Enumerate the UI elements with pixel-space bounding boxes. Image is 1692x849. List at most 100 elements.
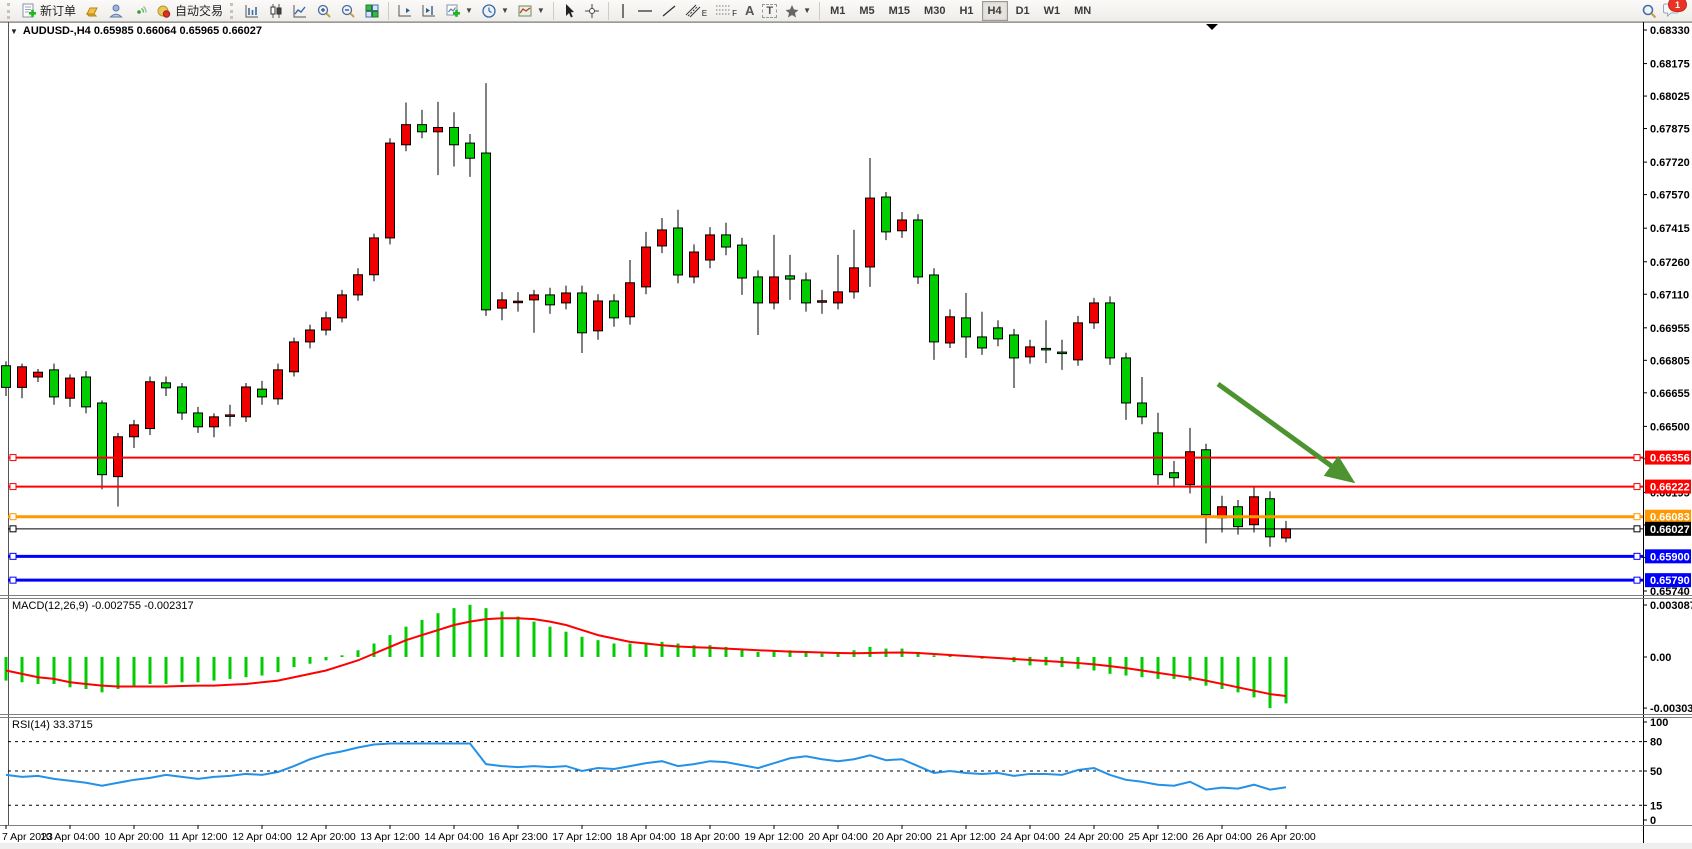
zoom-in-icon (316, 3, 332, 19)
timeframe-h4[interactable]: H4 (982, 1, 1008, 21)
svg-text:0.66356: 0.66356 (1650, 453, 1690, 465)
toolbar: 新订单 自动交易 (0, 0, 1692, 22)
search-icon[interactable] (1641, 3, 1657, 19)
chevron-down-icon: ▼ (537, 6, 545, 15)
auto-scroll-icon (397, 3, 413, 19)
zoom-in-button[interactable] (312, 0, 336, 22)
auto-scroll-button[interactable] (393, 0, 417, 22)
trendline-tool-button[interactable] (657, 0, 681, 22)
text-label-tool-button[interactable]: T (758, 0, 781, 22)
notifications-button[interactable]: 1 (1663, 1, 1680, 20)
chevron-down-icon: ▼ (501, 6, 509, 15)
gold-ingot-icon (84, 3, 100, 19)
market-watch-button[interactable] (80, 0, 104, 22)
indicators-icon (517, 3, 533, 19)
svg-text:0.67415: 0.67415 (1650, 223, 1690, 235)
trendline-icon (661, 3, 677, 19)
bar-chart-button[interactable] (240, 0, 264, 22)
svg-text:0.00: 0.00 (1650, 652, 1671, 664)
crosshair-tool-button[interactable] (580, 0, 604, 22)
svg-text:11 Apr 12:00: 11 Apr 12:00 (169, 831, 228, 843)
fibonacci-tool-button[interactable]: F (711, 0, 741, 22)
toolbar-separator (608, 2, 609, 20)
toolbar-grip (7, 3, 14, 19)
vertical-line-tool-button[interactable] (613, 0, 633, 22)
svg-text:17 Apr 12:00: 17 Apr 12:00 (552, 831, 612, 843)
symbol-ohlc-text: AUDUSD-,H4 0.65985 0.66064 0.65965 0.660… (23, 25, 262, 37)
channel-letter: E (702, 9, 707, 18)
cursor-tool-button[interactable] (558, 0, 580, 22)
toolbar-separator (819, 2, 820, 20)
svg-text:100: 100 (1650, 717, 1668, 729)
tile-windows-icon (364, 3, 380, 19)
svg-text:0.65740: 0.65740 (1650, 586, 1690, 598)
autotrade-button[interactable]: 自动交易 (152, 0, 227, 22)
timeframe-m5[interactable]: M5 (853, 1, 880, 21)
svg-text:0: 0 (1650, 815, 1656, 827)
svg-text:10 Apr 04:00: 10 Apr 04:00 (40, 831, 100, 843)
arrows-shapes-icon (785, 3, 799, 19)
profile-button[interactable] (104, 0, 128, 22)
rsi-label-text: RSI(14) 33.3715 (12, 719, 93, 731)
chart-shift-button[interactable] (417, 0, 441, 22)
timeframe-d1[interactable]: D1 (1010, 1, 1036, 21)
svg-text:80: 80 (1650, 737, 1662, 749)
indicators-button[interactable]: ▼ (513, 0, 549, 22)
svg-text:0.66655: 0.66655 (1650, 388, 1690, 400)
timeframe-mn[interactable]: MN (1068, 1, 1097, 21)
chart-header: ▼ AUDUSD-,H4 0.65985 0.66064 0.65965 0.6… (10, 25, 262, 37)
toolbar-separator (388, 2, 389, 20)
svg-text:0.65790: 0.65790 (1650, 575, 1690, 587)
new-chart-icon (445, 3, 461, 19)
svg-text:25 Apr 12:00: 25 Apr 12:00 (1128, 831, 1188, 843)
text-tool-button[interactable]: A (741, 0, 758, 22)
channel-tool-button[interactable]: E (681, 0, 711, 22)
svg-text:50: 50 (1650, 766, 1662, 778)
svg-text:10 Apr 20:00: 10 Apr 20:00 (104, 831, 164, 843)
svg-text:18 Apr 20:00: 18 Apr 20:00 (680, 831, 740, 843)
timeframe-m15[interactable]: M15 (883, 1, 916, 21)
signals-button[interactable] (128, 0, 152, 22)
horizontal-line-icon (637, 3, 653, 19)
autotrade-label: 自动交易 (175, 2, 223, 19)
timeframe-m1[interactable]: M1 (824, 1, 851, 21)
line-chart-button[interactable] (288, 0, 312, 22)
new-order-button[interactable]: 新订单 (17, 0, 80, 22)
arrows-tool-button[interactable]: ▼ (781, 0, 815, 22)
chart-shift-icon (421, 3, 437, 19)
svg-text:24 Apr 04:00: 24 Apr 04:00 (1000, 831, 1060, 843)
timeframe-w1[interactable]: W1 (1038, 1, 1067, 21)
vertical-line-icon (617, 3, 629, 19)
svg-text:0.65900: 0.65900 (1650, 551, 1690, 563)
bar-chart-icon (244, 3, 260, 19)
svg-text:0.66500: 0.66500 (1650, 421, 1690, 433)
svg-text:16 Apr 23:00: 16 Apr 23:00 (488, 831, 548, 843)
line-chart-icon (292, 3, 308, 19)
candlestick-chart-icon (268, 3, 284, 19)
new-chart-button[interactable]: ▼ (441, 0, 477, 22)
zoom-out-icon (340, 3, 356, 19)
svg-text:24 Apr 20:00: 24 Apr 20:00 (1064, 831, 1124, 843)
symbol-collapse-icon[interactable]: ▼ (10, 27, 18, 36)
svg-text:0.67570: 0.67570 (1650, 190, 1690, 202)
tile-windows-button[interactable] (360, 0, 384, 22)
svg-text:20 Apr 04:00: 20 Apr 04:00 (808, 831, 868, 843)
svg-text:0.67260: 0.67260 (1650, 257, 1690, 269)
svg-text:0.68175: 0.68175 (1650, 59, 1690, 71)
candlestick-chart-button[interactable] (264, 0, 288, 22)
svg-text:18 Apr 04:00: 18 Apr 04:00 (616, 831, 676, 843)
macd-label-text: MACD(12,26,9) -0.002755 -0.002317 (12, 600, 194, 612)
horizontal-line-tool-button[interactable] (633, 0, 657, 22)
text-label-tool-icon: T (762, 4, 777, 18)
periods-button[interactable]: ▼ (477, 0, 513, 22)
svg-text:0.003087: 0.003087 (1650, 600, 1692, 612)
svg-text:0.66805: 0.66805 (1650, 355, 1690, 367)
timeframe-m30[interactable]: M30 (918, 1, 951, 21)
svg-text:0.68330: 0.68330 (1650, 25, 1690, 37)
toolbar-separator (553, 2, 554, 20)
timeframe-h1[interactable]: H1 (953, 1, 979, 21)
fibonacci-icon (715, 3, 733, 19)
svg-text:0.66955: 0.66955 (1650, 323, 1690, 335)
price-chart-canvas[interactable]: 0.683300.681750.680250.678750.677200.675… (0, 0, 1692, 849)
zoom-out-button[interactable] (336, 0, 360, 22)
